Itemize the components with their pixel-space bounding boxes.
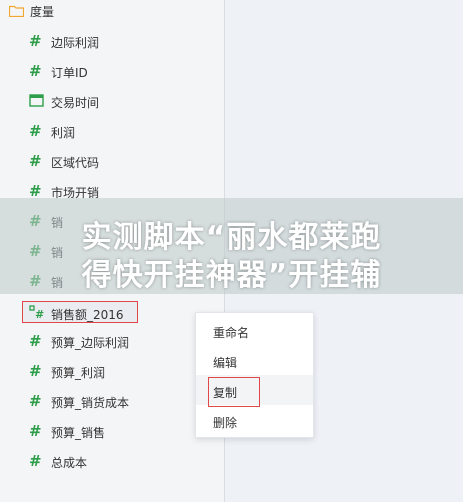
field-label: 预算_边际利润 — [51, 336, 130, 350]
menu-item-copy[interactable]: 复制 — [196, 375, 313, 407]
field-label: 预算_销货成本 — [51, 396, 130, 410]
number-icon: # — [29, 392, 42, 410]
field-item[interactable]: # 预算_销售 — [0, 418, 224, 448]
watermark-band: 实测脚本“丽水都莱跑 得快开挂神器”开挂辅 — [0, 198, 463, 294]
field-label: 销售额_2016 — [51, 308, 124, 322]
field-label: 利润 — [51, 126, 76, 140]
field-label: 区域代码 — [51, 156, 100, 170]
menu-item-delete[interactable]: 删除 — [196, 405, 313, 435]
field-item[interactable]: # 利润 — [0, 118, 224, 148]
number-icon: # — [29, 62, 42, 80]
folder-measures[interactable]: 度量 — [0, 0, 224, 24]
number-icon: # — [29, 452, 42, 470]
field-item[interactable]: # 边际利润 — [0, 28, 224, 58]
field-label: 交易时间 — [51, 96, 100, 110]
context-menu: 重命名 编辑 复制 删除 — [195, 312, 314, 438]
menu-label: 重命名 — [213, 326, 250, 340]
menu-label: 复制 — [213, 386, 238, 400]
menu-item-edit[interactable]: 编辑 — [196, 345, 313, 375]
folder-icon — [9, 5, 24, 17]
number-icon: # — [29, 362, 42, 380]
folder-label: 度量 — [30, 5, 55, 19]
menu-label: 删除 — [213, 416, 238, 430]
field-label: 预算_利润 — [51, 366, 106, 380]
field-item[interactable]: # 预算_利润 — [0, 358, 224, 388]
field-item[interactable]: # 总成本 — [0, 448, 224, 478]
field-item[interactable]: # 区域代码 — [0, 148, 224, 178]
watermark-line-2: 得快开挂神器”开挂辅 — [81, 258, 382, 293]
calculated-field-icon: # — [29, 305, 44, 319]
field-label: 订单ID — [51, 66, 88, 80]
field-label: 预算_销售 — [51, 426, 106, 440]
number-icon: # — [29, 32, 42, 50]
field-item-selected[interactable]: # 销售额_2016 — [0, 300, 224, 330]
menu-item-rename[interactable]: 重命名 — [196, 315, 313, 345]
field-label: 总成本 — [51, 456, 88, 470]
number-icon: # — [29, 332, 42, 350]
calendar-icon — [29, 94, 44, 107]
number-icon: # — [29, 422, 42, 440]
field-item[interactable]: # 预算_销货成本 — [0, 388, 224, 418]
field-item[interactable]: 交易时间 — [0, 88, 224, 118]
number-icon: # — [29, 152, 42, 170]
field-item[interactable]: # 预算_边际利润 — [0, 328, 224, 358]
field-item[interactable]: # 订单ID — [0, 58, 224, 88]
svg-text:#: # — [35, 308, 44, 319]
number-icon: # — [29, 122, 42, 140]
menu-label: 编辑 — [213, 356, 238, 370]
field-label: 边际利润 — [51, 36, 100, 50]
